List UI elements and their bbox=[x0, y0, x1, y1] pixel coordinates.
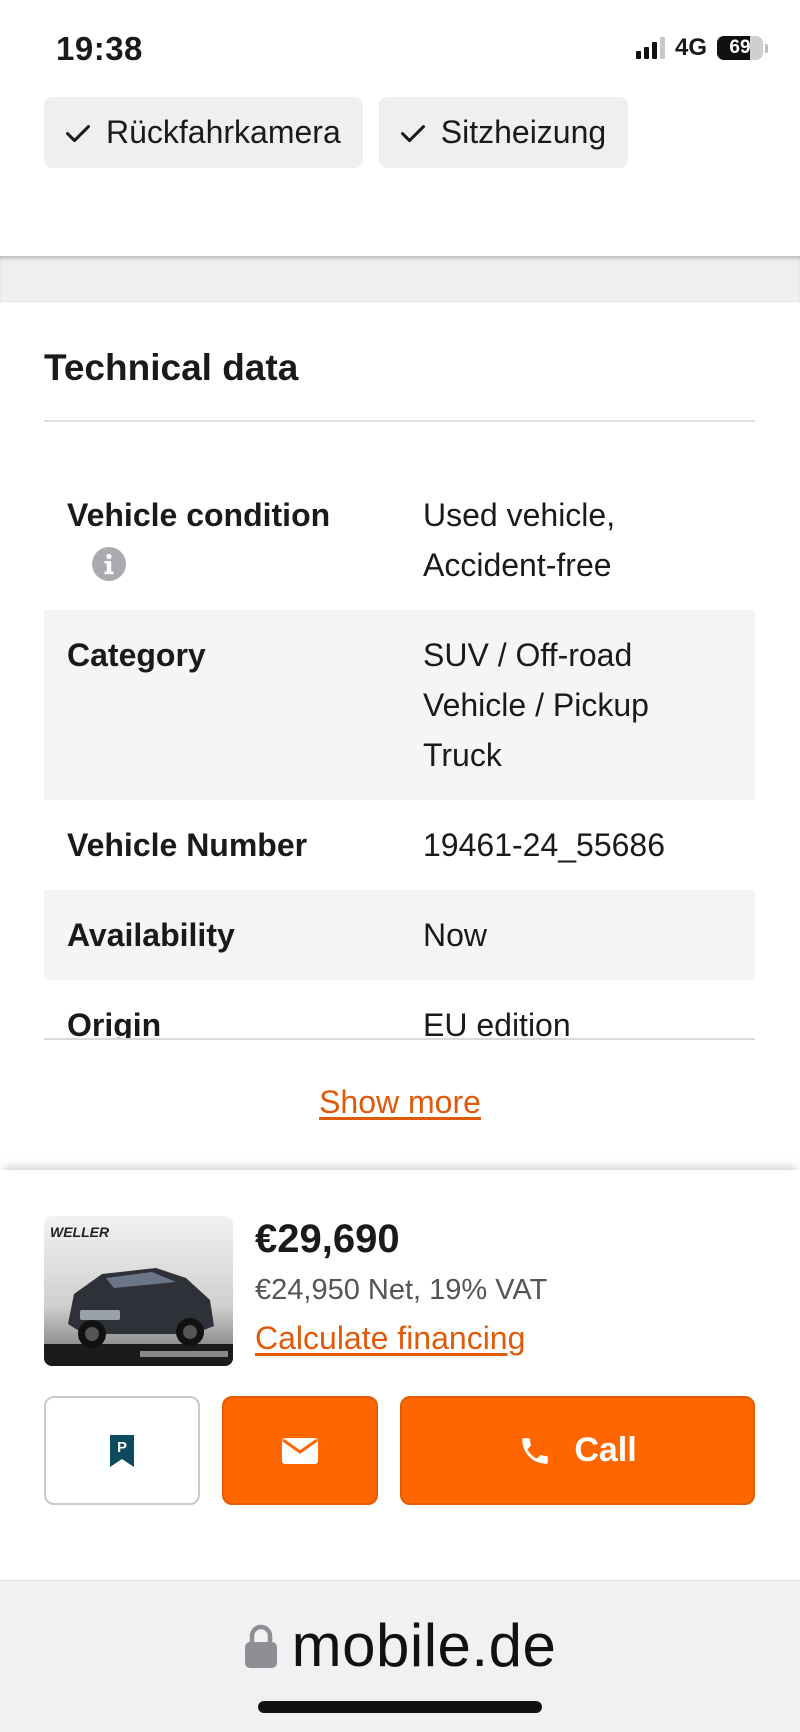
table-row: Vehicle Number 19461-24_55686 bbox=[44, 800, 755, 890]
table-row: Vehicle condition Used vehicle, Accident… bbox=[44, 470, 755, 610]
envelope-icon bbox=[282, 1437, 318, 1464]
dealer-logo-text: WELLER bbox=[50, 1224, 110, 1240]
battery-level: 69 bbox=[729, 37, 751, 58]
calculate-financing-link[interactable]: Calculate financing bbox=[255, 1320, 525, 1357]
section-separator bbox=[0, 256, 800, 302]
signal-icon bbox=[635, 37, 665, 59]
url-text: mobile.de bbox=[291, 1612, 557, 1679]
battery-icon: 69 bbox=[717, 36, 763, 60]
row-value: Now bbox=[423, 917, 488, 953]
call-button-label: Call bbox=[574, 1431, 637, 1469]
section-title-technical-data: Technical data bbox=[44, 347, 299, 388]
price: €29,690 bbox=[255, 1217, 400, 1261]
feature-chip: Rückfahrkamera bbox=[44, 97, 363, 168]
contact-panel: WELLER €29,690 €24,950 Net, 19% VAT Calc… bbox=[0, 1170, 800, 1580]
row-label: Origin bbox=[67, 1007, 162, 1040]
status-bar: 19:38 4G 69 bbox=[0, 0, 800, 96]
row-value: 19461-24_55686 bbox=[423, 827, 666, 863]
browser-address-bar[interactable]: mobile.de bbox=[0, 1580, 800, 1732]
email-button[interactable] bbox=[222, 1396, 378, 1505]
show-more-link[interactable]: Show more bbox=[0, 1084, 800, 1121]
feature-chip: Sitzheizung bbox=[378, 97, 629, 168]
check-icon bbox=[65, 124, 91, 142]
row-value: Used vehicle, Accident-free bbox=[423, 497, 616, 583]
status-indicators: 4G 69 bbox=[635, 34, 768, 62]
table-row: Origin EU edition bbox=[44, 980, 755, 1040]
home-indicator[interactable] bbox=[258, 1701, 542, 1713]
row-label: Availability bbox=[67, 917, 235, 953]
table-row: Category SUV / Off-road Vehicle / Pickup… bbox=[44, 610, 755, 800]
price-net: €24,950 Net, 19% VAT bbox=[255, 1274, 548, 1306]
feature-chips: Rückfahrkamera Sitzheizung bbox=[44, 97, 629, 168]
row-label: Category bbox=[67, 637, 206, 673]
row-value: EU edition bbox=[423, 1007, 571, 1040]
row-value: SUV / Off-road Vehicle / Pickup Truck bbox=[423, 637, 649, 773]
park-button[interactable]: P bbox=[44, 1396, 200, 1505]
vehicle-thumbnail[interactable]: WELLER bbox=[44, 1216, 233, 1366]
check-icon bbox=[400, 124, 425, 142]
divider bbox=[44, 420, 755, 422]
divider bbox=[44, 1038, 755, 1040]
bookmark-p-icon: P bbox=[110, 1434, 134, 1467]
row-label: Vehicle Number bbox=[67, 827, 308, 863]
feature-label: Rückfahrkamera bbox=[106, 114, 341, 150]
url-display[interactable]: mobile.de bbox=[0, 1611, 800, 1680]
network-type: 4G bbox=[674, 34, 707, 61]
table-row: Availability Now bbox=[44, 890, 755, 980]
row-label: Vehicle condition bbox=[67, 497, 331, 533]
call-button[interactable]: Call bbox=[400, 1396, 755, 1505]
svg-text:P: P bbox=[117, 1439, 127, 1456]
status-time: 19:38 bbox=[56, 30, 143, 67]
phone-icon bbox=[522, 1437, 549, 1464]
lock-icon bbox=[244, 1624, 277, 1668]
technical-data-table[interactable]: Vehicle condition Used vehicle, Accident… bbox=[44, 470, 755, 1040]
feature-label: Sitzheizung bbox=[440, 114, 607, 150]
info-icon[interactable] bbox=[91, 546, 127, 582]
